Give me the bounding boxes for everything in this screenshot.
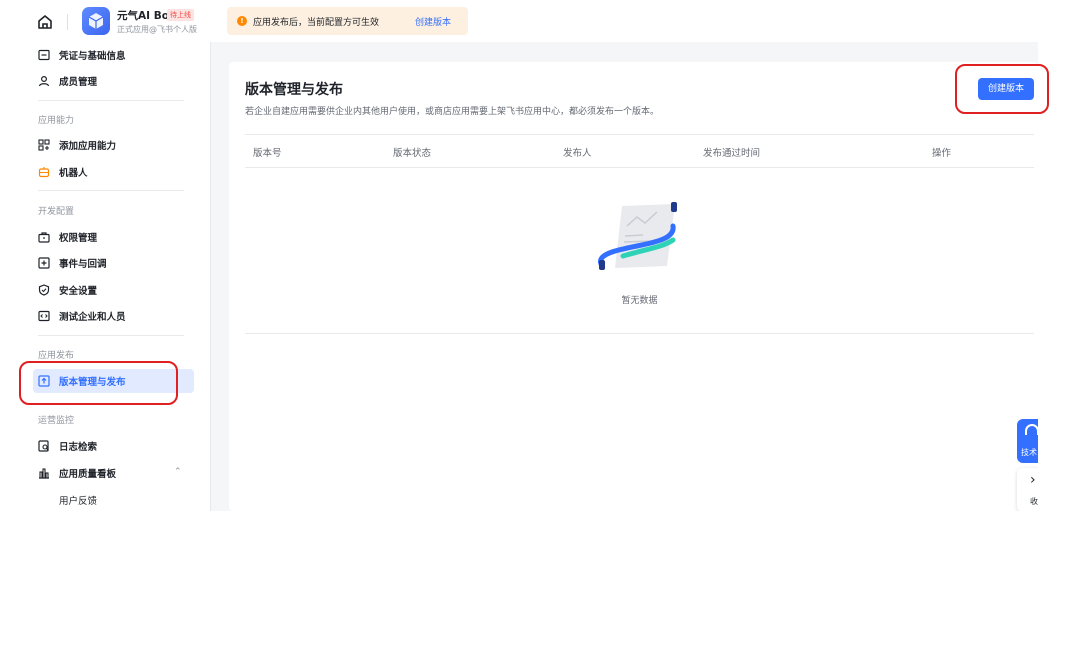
shield-icon <box>38 284 50 296</box>
event-icon <box>38 257 50 269</box>
sidebar-item-label: 机器人 <box>59 168 88 179</box>
sidebar-item-robot[interactable]: 机器人 <box>38 163 88 181</box>
sidebar-item-label: 凭证与基础信息 <box>59 51 126 62</box>
sidebar-item-label: 事件与回调 <box>59 259 107 270</box>
sidebar-item-test[interactable]: 测试企业和人员 <box>38 307 126 325</box>
sidebar-divider <box>38 100 184 101</box>
notice-create-version-link[interactable]: 创建版本 <box>415 15 451 28</box>
warning-icon: ! <box>237 16 247 26</box>
sidebar-item-security[interactable]: 安全设置 <box>38 281 97 299</box>
sidebar-item-label: 应用质量看板 <box>59 469 117 480</box>
empty-document-icon <box>598 202 677 270</box>
sidebar-item-credentials[interactable]: 凭证与基础信息 <box>38 46 126 64</box>
cube-icon <box>88 13 104 29</box>
sidebar-item-permissions[interactable]: 权限管理 <box>38 228 97 246</box>
log-search-icon <box>38 440 49 452</box>
credential-icon <box>38 49 50 61</box>
test-icon <box>38 310 50 322</box>
robot-icon <box>38 167 50 178</box>
sidebar-item-events[interactable]: 事件与回调 <box>38 254 107 272</box>
tech-support-button[interactable]: 技术 <box>1017 419 1038 463</box>
sidebar-subitem-feedback[interactable]: 用户反馈 <box>59 493 97 507</box>
collapse-label: 收 <box>1030 497 1038 506</box>
sidebar-item-label: 日志检索 <box>59 442 98 453</box>
chart-icon <box>39 468 49 479</box>
page-description: 若企业自建应用需要供企业内其他用户使用，或商店应用需要上架飞书应用中心，都必须发… <box>245 107 660 117</box>
app-logo <box>82 7 110 35</box>
column-header-version: 版本号 <box>253 148 282 159</box>
sidebar-item-members[interactable]: 成员管理 <box>38 72 97 90</box>
column-header-status: 版本状态 <box>393 148 432 159</box>
sidebar-item-add-ability[interactable]: 添加应用能力 <box>38 136 116 154</box>
sidebar-divider <box>38 190 184 191</box>
group-label-ability: 应用能力 <box>38 116 75 126</box>
sidebar-divider <box>38 335 184 336</box>
user-icon <box>38 75 50 87</box>
sidebar-item-label: 安全设置 <box>59 286 98 297</box>
apps-add-icon <box>38 139 50 151</box>
topbar-divider <box>67 14 68 30</box>
group-label-dev: 开发配置 <box>38 207 75 217</box>
chevron-right-icon: › <box>1030 472 1036 488</box>
app-window: 元气AI Bot 待上线 正式应用@飞书个人版 ! 应用发布后，当前配置方可生效… <box>0 0 1038 511</box>
chevron-up-icon[interactable]: ⌃ <box>174 467 182 477</box>
group-label-ops: 运营监控 <box>38 416 75 426</box>
annotation-circle-version-release <box>19 361 178 405</box>
app-subtitle: 正式应用@飞书个人版 <box>117 25 197 34</box>
top-bar: 元气AI Bot 待上线 正式应用@飞书个人版 ! 应用发布后，当前配置方可生效… <box>0 0 1038 42</box>
sidebar-item-label: 测试企业和人员 <box>59 312 126 323</box>
app-name: 元气AI Bot <box>117 10 174 22</box>
collapse-button[interactable]: › 收 <box>1017 468 1038 511</box>
empty-state: 暂无数据 <box>245 168 1034 334</box>
group-label-release: 应用发布 <box>38 351 75 361</box>
sidebar-item-label: 权限管理 <box>59 233 98 244</box>
sidebar-item-log-search[interactable]: 日志检索 <box>38 437 97 455</box>
sidebar-item-label: 添加应用能力 <box>59 141 117 152</box>
status-badge: 待上线 <box>167 9 194 21</box>
notice-text: 应用发布后，当前配置方可生效 <box>253 18 380 28</box>
annotation-circle-create-version <box>955 64 1049 114</box>
tech-support-label: 技术 <box>1021 448 1037 457</box>
column-header-publisher: 发布人 <box>563 148 592 159</box>
column-header-approved-time: 发布通过时间 <box>703 148 761 159</box>
page-title: 版本管理与发布 <box>245 82 343 98</box>
home-icon[interactable] <box>36 13 54 31</box>
sidebar: 凭证与基础信息 成员管理 应用能力 添加应用能力 机器人 开发配置 权限管理 事… <box>0 42 211 511</box>
sidebar-item-quality-board[interactable]: 应用质量看板 <box>38 464 116 482</box>
permission-icon <box>38 232 50 243</box>
notice-banner: ! 应用发布后，当前配置方可生效 创建版本 <box>227 7 468 35</box>
sidebar-item-label: 成员管理 <box>59 77 98 88</box>
version-management-card: 版本管理与发布 若企业自建应用需要供企业内其他用户使用，或商店应用需要上架飞书应… <box>229 62 1038 511</box>
table-header: 版本号 版本状态 发布人 发布通过时间 操作 <box>245 134 1034 168</box>
headset-icon <box>1025 424 1038 435</box>
column-header-actions: 操作 <box>932 148 952 159</box>
empty-text: 暂无数据 <box>621 296 658 306</box>
